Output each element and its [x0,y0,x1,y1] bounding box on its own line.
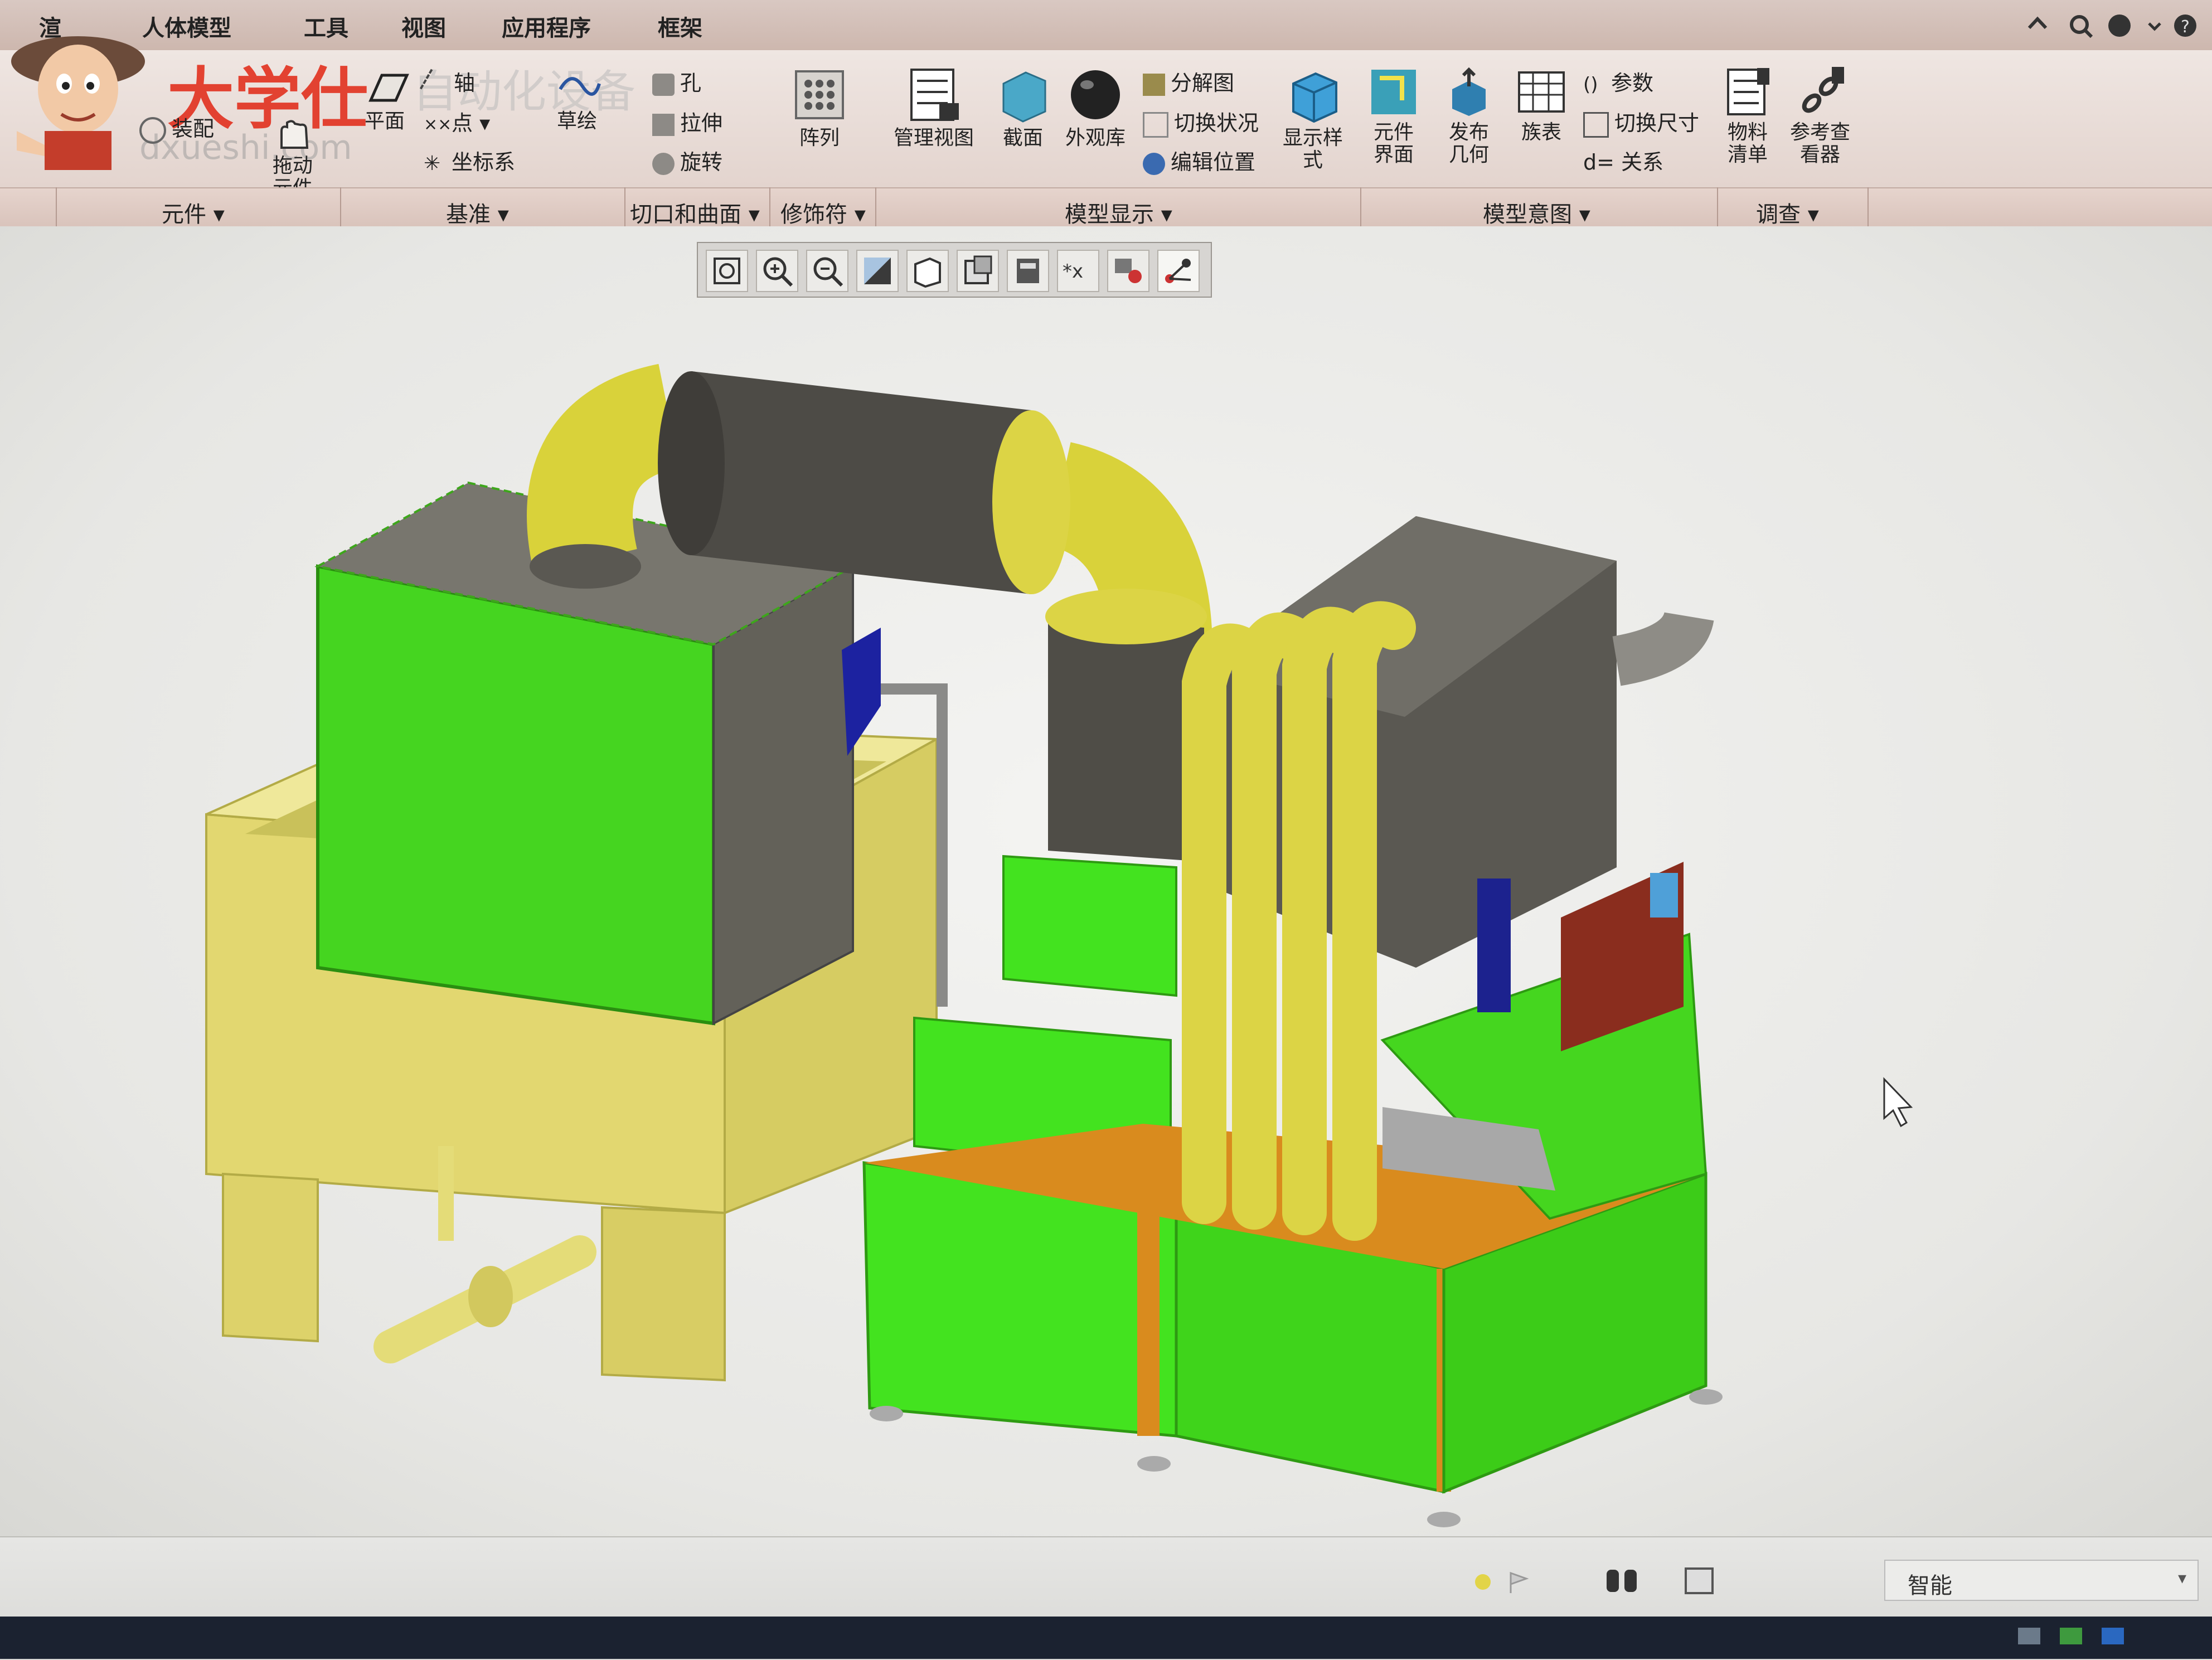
revolve-icon [652,152,675,175]
cad-model-render [205,363,1913,1527]
menu-view[interactable]: 视图 [401,10,446,42]
group-investigate[interactable]: 调查 ▾ [1756,196,1819,229]
switch-dimensions-icon [1583,111,1609,138]
menu-bar: 渲 人体模型 工具 视图 应用程序 框架 ? [0,0,2212,51]
menu-applications[interactable]: 应用程序 [502,10,591,42]
group-cut-surface[interactable]: 切口和曲面 ▾ [630,196,760,229]
group-divider [56,187,57,226]
csys-icon: ✳ [424,152,441,175]
extrude-button[interactable]: 拉伸 [652,106,722,137]
filter-dropdown[interactable]: 智能 ▾ [1884,1560,2199,1601]
section-icon [1002,71,1046,123]
selection-box-icon [1685,1567,1714,1594]
group-divider [624,187,625,226]
manage-views-icon [910,69,959,121]
ribbon: 大学仕 自动化设备 dxueshi.com 拖动 元件 装配 平面 轴 ××点 … [0,36,2212,200]
bill-of-materials-icon [1727,68,1769,115]
ribbon-group-bar: 元件 ▾ 基准 ▾ 切口和曲面 ▾ 修饰符 ▾ 模型显示 ▾ 模型意图 ▾ 调查… [0,187,2212,229]
exploded-view-button[interactable]: 分解图 [1143,66,1234,96]
sketch-button[interactable]: 草绘 [546,67,608,133]
menu-manikin[interactable]: 人体模型 [142,10,231,42]
svg-text:?: ? [2181,17,2190,37]
sketch-icon [559,77,601,96]
toggle-status-icon [1143,111,1168,138]
group-model-intent[interactable]: 模型意图 ▾ [1483,196,1590,229]
incinerator-machine [862,516,1723,1527]
group-component[interactable]: 元件 ▾ [162,196,225,229]
toggle-status-button[interactable]: 切换状况 [1143,106,1259,138]
menu-tools[interactable]: 工具 [304,10,348,42]
regen-status-icon [1475,1574,1491,1590]
tray-icon [2018,1628,2040,1644]
menu-framework[interactable]: 框架 [658,10,702,42]
group-divider [1360,187,1361,226]
publish-geometry-button[interactable]: 发布 几何 [1435,67,1502,166]
group-model-display[interactable]: 模型显示 ▾ [1065,196,1172,229]
revolve-button[interactable]: 旋转 [652,145,722,176]
mascot-logo [11,36,145,170]
title-icons: ? [2027,14,2196,38]
hole-button[interactable]: 孔 [652,66,701,96]
family-table-button[interactable]: 族表 [1511,67,1572,144]
flag-icon [1510,1571,1529,1593]
relations-button[interactable]: d= 关系 [1583,145,1663,176]
shield-icon [2060,1628,2083,1644]
component-interface-icon [1371,70,1416,114]
status-indicators [1475,1571,1529,1593]
plane-icon [368,74,409,102]
group-modifiers[interactable]: 修饰符 ▾ [780,196,866,229]
datum-axis-button[interactable]: 轴 [419,66,475,100]
selection-button[interactable] [1678,1562,1723,1601]
datum-plane-button[interactable]: 平面 [351,67,418,133]
parameters-icon: () [1583,73,1598,96]
pattern-button[interactable]: 阵列 [780,67,858,149]
group-divider [340,187,341,226]
group-datum[interactable]: 基准 ▾ [446,196,509,229]
family-table-icon [1518,71,1565,113]
chevron-down-icon: ▾ [2177,1569,2186,1588]
datum-csys-button[interactable]: ✳ 坐标系 [424,145,515,176]
os-taskbar [0,1617,2212,1659]
mouse-cursor-icon [1883,1077,1913,1128]
display-style-button[interactable]: 显示样 式 [1271,67,1355,172]
search-icon [2070,15,2089,34]
section-button[interactable]: 截面 [992,67,1054,149]
extrude-icon [652,113,675,136]
appearance-gallery-button[interactable]: 外观库 [1059,67,1132,149]
edit-position-icon [1143,152,1165,175]
filter-value: 智能 [1908,1573,1952,1599]
hole-icon [652,73,675,96]
exploded-view-icon [1143,73,1165,96]
binoculars-icon [1607,1570,1637,1592]
assemble-button[interactable]: 装配 [139,111,214,144]
group-divider [1717,187,1718,226]
point-icon: ×× [424,114,452,134]
appearance-sphere-icon [1071,70,1120,119]
group-divider [769,187,770,226]
datum-point-button[interactable]: ××点 ▾ [424,106,490,137]
settings-icon [2108,14,2131,37]
display-style-cube-icon [1292,72,1337,123]
switch-dimensions-button[interactable]: 切换尺寸 [1583,106,1699,138]
axis-icon [419,69,453,100]
pattern-icon [795,70,844,119]
component-interface-button[interactable]: 元件 界面 [1360,67,1427,166]
system-tray [2018,1628,2196,1650]
network-icon [2102,1628,2124,1644]
publish-geometry-icon [1452,67,1486,116]
assemble-icon [139,117,166,144]
collapse-ribbon-icon [2027,16,2048,30]
group-divider [875,187,876,226]
reference-viewer-icon [1802,67,1844,113]
edit-position-button[interactable]: 编辑位置 [1143,145,1255,176]
hand-drag-icon [280,120,309,149]
find-button[interactable] [1600,1562,1645,1601]
bom-button[interactable]: 物料 清单 [1717,67,1778,166]
chevron-down-icon [2148,22,2161,31]
reference-viewer-button[interactable]: 参考查 看器 [1784,67,1856,166]
group-divider [1867,187,1869,226]
parameters-button[interactable]: () 参数 [1583,66,1653,96]
manage-views-button[interactable]: 管理视图 [886,67,981,149]
